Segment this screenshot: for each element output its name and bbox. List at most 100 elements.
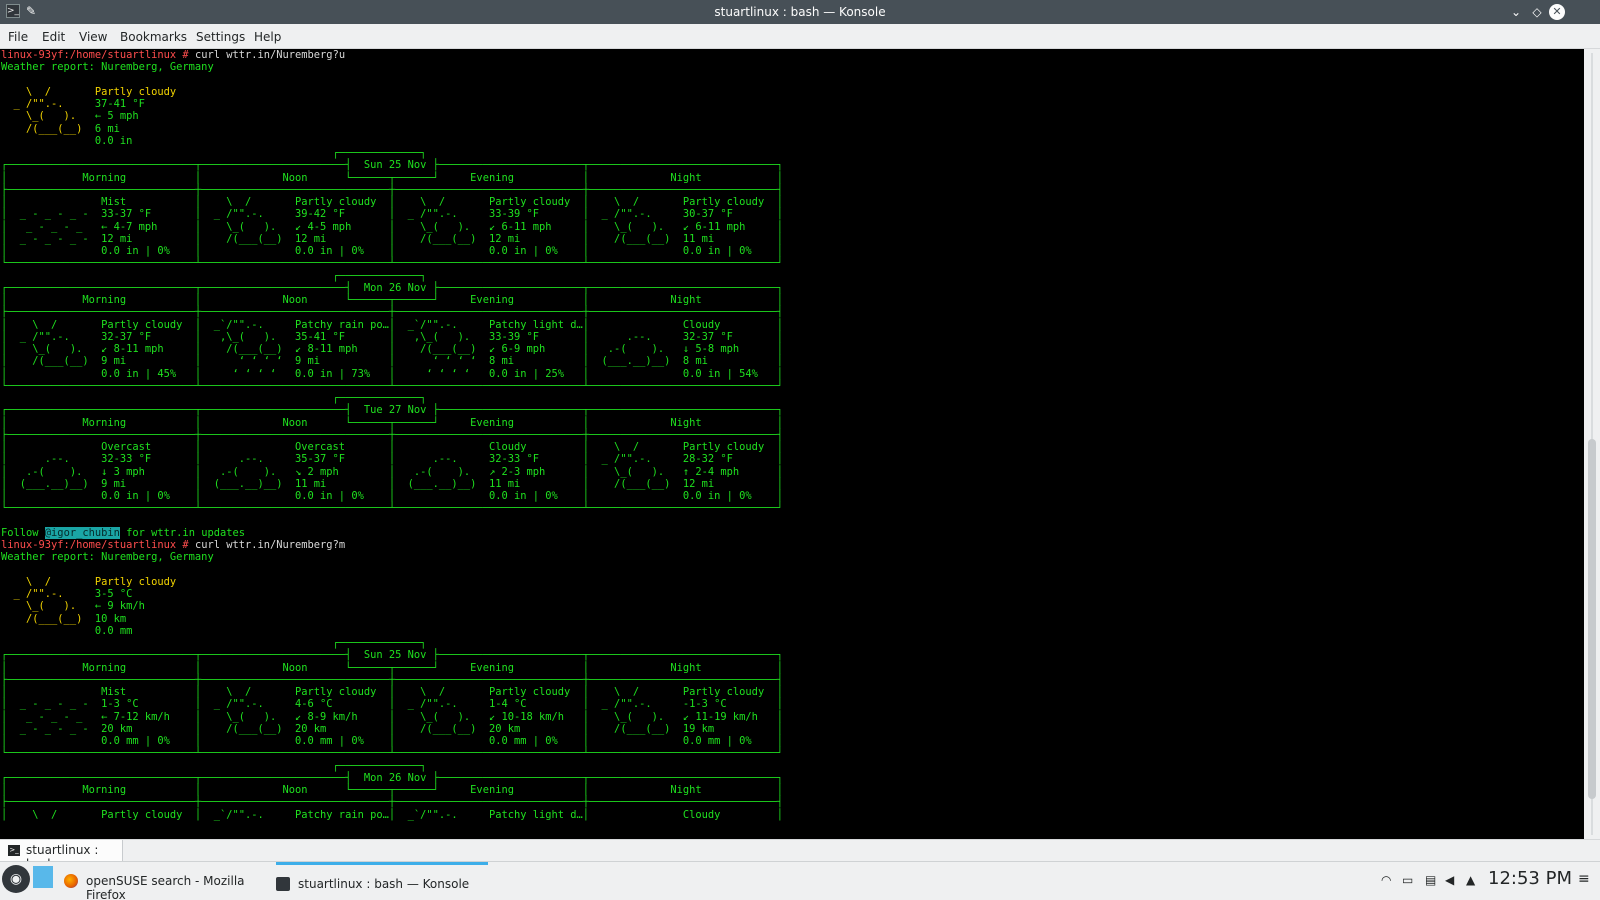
terminal-line: │ Morning │ Noon └──────┬──────┘ Evening… [1, 417, 783, 429]
terminal-line: ├──────────────────────────────┼────────… [1, 184, 783, 196]
terminal-segment: \ / Partly cloudy [1, 85, 177, 98]
show-desktop-icon[interactable] [33, 866, 53, 888]
terminal-line: │ Mist │ \ / Partly cloudy │ \ / Partly … [1, 196, 783, 208]
terminal-line: └──────────────────────────────┴────────… [1, 502, 783, 514]
terminal-line: ┌──────────────────────────────┬────────… [1, 159, 783, 171]
menu-help[interactable]: Help [254, 30, 281, 44]
terminal-segment: _ /"".-. [1, 588, 95, 600]
terminal-segment: │ _ /"".-. 32-37 °F │ ,\_( ). 35-41 °F │… [1, 330, 783, 343]
terminal-segment: │ \ / Partly cloudy │ _`/"".-. Patchy ra… [1, 318, 783, 331]
battery-icon[interactable]: ▭ [1402, 873, 1413, 887]
terminal-segment: curl wttr.in/Nuremberg?m [194, 539, 346, 551]
terminal-segment: │ (___.__)__) 9 mi │ (___.__)__) 11 mi │… [1, 477, 783, 490]
terminal-segment: ├──────────────────────────────┼────────… [1, 673, 783, 686]
terminal-segment: curl wttr.in/Nuremberg?u [194, 49, 346, 61]
terminal-segment: └──────────────────────────────┴────────… [1, 379, 783, 392]
terminal-line: ┌─────────────┐ [1, 392, 783, 404]
minimize-icon[interactable]: ⌄ [1508, 4, 1524, 20]
terminal-line: │ Overcast │ Overcast │ Cloudy │ \ / Par… [1, 441, 783, 453]
terminal-scrollbar[interactable] [1584, 49, 1600, 839]
terminal-segment: \_( ). [1, 600, 95, 613]
taskbar-item-firefox[interactable]: openSUSE search - Mozilla Firefox [64, 862, 264, 900]
terminal-segment: ├──────────────────────────────┼────────… [1, 183, 783, 196]
terminal-segment: │ _ - _ - _ - 20 km │ /(___(__) 20 km │ … [1, 722, 783, 735]
menu-file[interactable]: File [8, 30, 28, 44]
terminal-line: 0.0 in [1, 135, 783, 147]
terminal-line: │ Morning │ Noon └──────┬──────┘ Evening… [1, 662, 783, 674]
terminal-line: \_( ). ← 9 km/h [1, 600, 783, 612]
terminal-segment: ├──────────────────────────────┼────────… [1, 306, 783, 319]
taskbar-item-konsole[interactable]: stuartlinux : bash — Konsole [276, 862, 488, 900]
terminal-segment: for wttr.in updates [119, 526, 245, 539]
terminal-line: │ Mist │ \ / Partly cloudy │ \ / Partly … [1, 686, 783, 698]
terminal-line: │ /(___(__) 9 mi │ ‘ ‘ ‘ ‘ 9 mi │ ‘ ‘ ‘ … [1, 355, 783, 367]
menu-view[interactable]: View [79, 30, 107, 44]
panel-menu-icon[interactable]: ≡ [1578, 871, 1590, 887]
menu-bar: File Edit View Bookmarks Settings Help [0, 24, 1600, 49]
konsole-icon [276, 877, 290, 891]
terminal-line: │ 0.0 mm | 0% │ 0.0 mm | 0% │ 0.0 mm | 0… [1, 735, 783, 747]
terminal-line: │ .-( ). ↓ 3 mph │ .-( ). ↘ 2 mph │ .-( … [1, 466, 783, 478]
terminal-line: ┌──────────────────────────────┬────────… [1, 282, 783, 294]
terminal-segment: │ 0.0 in | 45% │ ‘ ‘ ‘ ‘ 0.0 in | 73% │ … [1, 367, 783, 380]
terminal-segment: Weather report: Nuremberg, Germany [1, 551, 214, 564]
terminal-segment: │ .-( ). ↓ 3 mph │ .-( ). ↘ 2 mph │ .-( … [1, 465, 783, 478]
terminal-line: \_( ). ← 5 mph [1, 110, 783, 122]
clock[interactable]: 12:53 PM [1488, 868, 1572, 889]
scrollbar-thumb[interactable] [1588, 439, 1596, 799]
tray-expand-icon[interactable]: ▲ [1466, 873, 1475, 887]
terminal-segment: ┌─────────────┐ [1, 392, 427, 404]
terminal-line: └──────────────────────────────┴────────… [1, 257, 783, 269]
terminal-line: ┌─────────────┐ [1, 147, 783, 159]
terminal-segment: ┌──────────────────────────────┬────────… [1, 771, 783, 784]
terminal-segment: 10 km [94, 612, 127, 625]
window-titlebar[interactable]: >_ ✎ stuartlinux : bash — Konsole ⌄ ◇ ✕ [0, 0, 1600, 24]
terminal-line: │ _ - _ - _ ← 4-7 mph │ \_( ). ↙ 4-5 mph… [1, 221, 783, 233]
terminal-line: 0.0 mm [1, 625, 783, 637]
terminal-line: │ .--. 32-33 °F │ .--. 35-37 °F │ .--. 3… [1, 453, 783, 465]
menu-edit[interactable]: Edit [42, 30, 65, 44]
terminal-output[interactable]: linux-93yf:/home/stuartlinux # curl wttr… [0, 49, 1584, 839]
maximize-icon[interactable]: ◇ [1529, 4, 1545, 20]
terminal-line: _ /"".-. 37-41 °F [1, 98, 783, 110]
menu-bookmarks[interactable]: Bookmarks [120, 30, 187, 44]
terminal-segment: linux-93yf:/home/stuartlinux # [1, 539, 195, 551]
terminal-line: └──────────────────────────────┴────────… [1, 380, 783, 392]
terminal-segment: │ Morning │ Noon └──────┬──────┘ Evening… [1, 171, 783, 184]
terminal-segment: Weather report: Nuremberg, Germany [1, 61, 214, 74]
volume-icon[interactable]: ◀ [1445, 873, 1454, 887]
session-tab[interactable]: >_ stuartlinux : bash [0, 840, 123, 871]
highlighted-text: @igor_chubin [44, 526, 120, 539]
terminal-line: │ 0.0 in | 0% │ 0.0 in | 0% │ 0.0 in | 0… [1, 245, 783, 257]
terminal-segment: │ _ - _ - _ ← 4-7 mph │ \_( ). ↙ 4-5 mph… [1, 220, 783, 233]
terminal-segment: ┌──────────────────────────────┬────────… [1, 649, 783, 662]
terminal-line: │ 0.0 in | 45% │ ‘ ‘ ‘ ‘ 0.0 in | 73% │ … [1, 368, 783, 380]
terminal-segment: │ 0.0 in | 0% │ 0.0 in | 0% │ 0.0 in | 0… [1, 490, 783, 502]
terminal-line: _ /"".-. 3-5 °C [1, 588, 783, 600]
terminal-segment: 3-5 °C [94, 588, 133, 600]
terminal-segment: │ _ - _ - _ - 33-37 °F │ _ /"".-. 39-42 … [1, 208, 783, 221]
opensuse-icon[interactable]: ◉ [2, 865, 30, 893]
close-icon[interactable]: ✕ [1549, 4, 1565, 20]
terminal-segment: ← 9 km/h [94, 600, 145, 613]
terminal-segment: └──────────────────────────────┴────────… [1, 257, 783, 270]
terminal-line: /(___(__) 10 km [1, 613, 783, 625]
terminal-line: │ _ - _ - _ - 12 mi │ /(___(__) 12 mi │ … [1, 233, 783, 245]
terminal-line: ┌──────────────────────────────┬────────… [1, 404, 783, 416]
menu-settings[interactable]: Settings [196, 30, 245, 44]
taskbar-item-label: stuartlinux : bash — Konsole [298, 877, 470, 891]
terminal-segment: │ Morning │ Noon └──────┬──────┘ Evening… [1, 294, 783, 306]
clipboard-icon[interactable]: ▤ [1425, 873, 1436, 887]
terminal-segment: │ Morning │ Noon └──────┬──────┘ Evening… [1, 416, 783, 429]
wifi-icon[interactable]: ◠ [1381, 873, 1391, 887]
terminal-segment: ├──────────────────────────────┼────────… [1, 428, 783, 441]
terminal-segment: 37-41 °F [94, 98, 145, 110]
terminal-segment: linux-93yf:/home/stuartlinux # [1, 49, 195, 61]
terminal-segment: ├──────────────────────────────┼────────… [1, 796, 783, 809]
terminal-line: ┌─────────────┐ [1, 637, 783, 649]
terminal-line: │ Morning │ Noon └──────┬──────┘ Evening… [1, 172, 783, 184]
terminal-segment: ┌─────────────┐ [1, 269, 427, 282]
terminal-line: └──────────────────────────────┴────────… [1, 747, 783, 759]
